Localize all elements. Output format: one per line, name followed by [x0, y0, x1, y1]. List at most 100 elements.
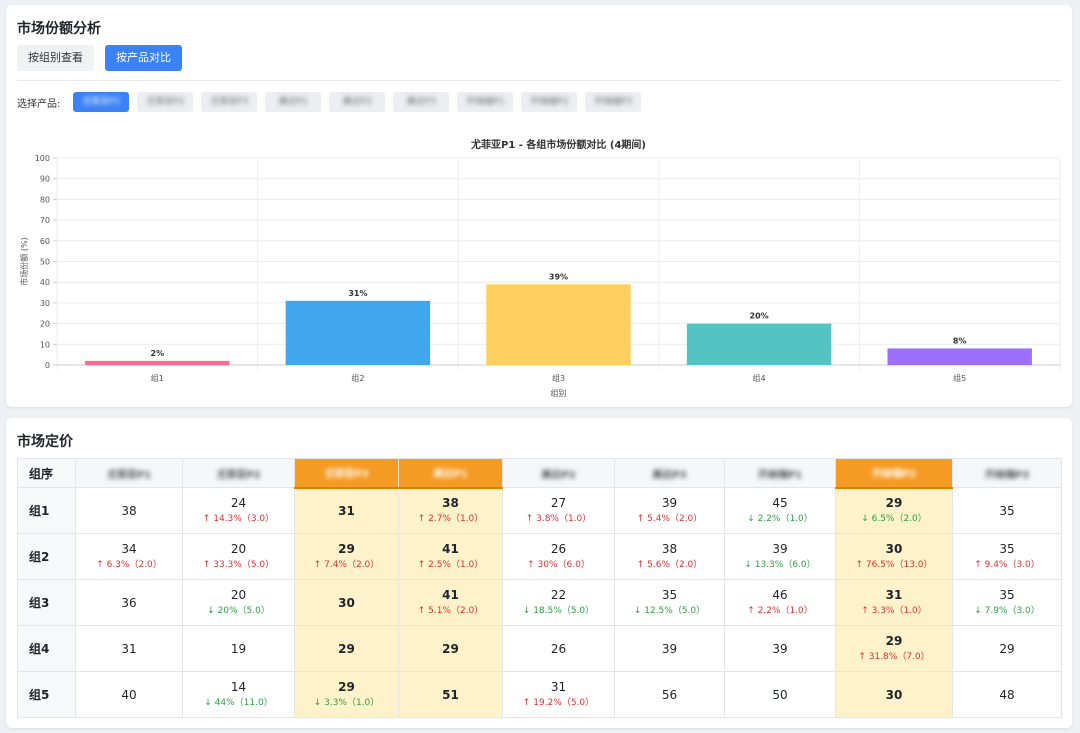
- price-change: ↑ 76.5%（13.0）: [855, 560, 933, 570]
- price-value: 30: [885, 542, 903, 556]
- bar: [486, 284, 631, 365]
- price-value: 20: [230, 542, 247, 556]
- product-chip-label: 尤菲亚P1: [82, 97, 121, 107]
- price-value: 48: [999, 687, 1015, 702]
- price-value: 20: [230, 588, 247, 602]
- price-change: ↑ 6.3%（2.0）: [96, 560, 162, 570]
- product-chip[interactable]: 开纳瑞P1: [457, 92, 514, 112]
- product-chip-label: 尤菲亚P2: [146, 97, 185, 107]
- bar: [285, 300, 431, 365]
- product-chip-label: 美达P1: [278, 97, 308, 107]
- market-share-bar-chart: 尤菲亚P1 - 各组市场份额对比 (4期间) 0 10 20 30 40 50 60 70 80 9…: [19, 138, 1061, 398]
- product-chip[interactable]: 开纳瑞P3: [585, 92, 642, 112]
- price-cell: 14 ↓ 44%（11.0）: [182, 671, 295, 718]
- divider: [17, 80, 1061, 81]
- price-value: 35: [661, 588, 678, 602]
- product-chip-label: 开纳瑞P3: [594, 97, 633, 107]
- price-cell: 48: [952, 671, 1062, 718]
- price-cell: 30: [835, 671, 953, 718]
- pricing-table-wrap: 组序 尤菲亚P1 尤菲亚P2 尤菲亚P3 美达P1 美达P2 美达P3 开纳瑞P1 开纳瑞P2 开…: [17, 458, 1062, 718]
- price-cell: 35 ↓ 7.9%（3.0）: [952, 579, 1062, 626]
- price-value: 30: [885, 687, 903, 702]
- x-tick-label: 组2: [351, 373, 364, 383]
- product-column-header[interactable]: 开纳瑞P3: [952, 458, 1062, 488]
- price-cell: 35 ↑ 9.4%（3.0）: [952, 533, 1062, 580]
- product-column-header[interactable]: 尤菲亚P2: [182, 458, 295, 488]
- price-value: 34: [121, 542, 137, 556]
- price-change: ↑ 5.6%（2.0）: [636, 560, 703, 570]
- chart-title: 尤菲亚P1 - 各组市场份额对比 (4期间): [471, 138, 646, 151]
- price-value: 31: [885, 588, 903, 602]
- price-change: ↑ 14.3%（3.0）: [202, 514, 275, 524]
- tab-by-product[interactable]: 按产品对比: [105, 45, 182, 71]
- price-change: ↑ 9.4%（3.0）: [974, 560, 1040, 570]
- price-change: ↑ 2.2%（1.0）: [747, 606, 813, 616]
- table-row: 组4 31 19 29 29 26 39 39 29 ↑ 31.8%（7.0） 29: [17, 625, 1062, 672]
- product-chip[interactable]: 美达P3: [393, 92, 450, 112]
- price-change: ↑ 3.3%（1.0）: [861, 606, 927, 616]
- price-value: 45: [772, 496, 788, 510]
- product-column-header[interactable]: 尤菲亚P1: [75, 458, 183, 488]
- product-column-header[interactable]: 开纳瑞P1: [724, 458, 836, 488]
- product-chip[interactable]: 尤菲亚P1: [73, 92, 130, 112]
- price-cell: 39 ↓ 13.3%（6.0）: [724, 533, 836, 580]
- price-cell: 31 ↑ 3.3%（1.0）: [835, 579, 953, 626]
- table-row: 组3 36 20 ↓ 20%（5.0） 30 41 ↑ 5.1%（2.0） 22 ↓ 18.5%…: [17, 579, 1062, 626]
- price-value: 56: [661, 687, 678, 702]
- price-change: ↓ 20%（5.0）: [207, 606, 270, 616]
- tab-by-group[interactable]: 按组别查看: [17, 45, 94, 71]
- price-cell: 41 ↑ 5.1%（2.0）: [398, 579, 503, 626]
- bar-value-label: 2%: [151, 349, 165, 358]
- product-chip[interactable]: 尤菲亚P2: [137, 92, 194, 112]
- product-chip[interactable]: 尤菲亚P3: [201, 92, 258, 112]
- x-axis-title: 组别: [551, 388, 567, 398]
- product-column-header[interactable]: 美达P1: [398, 458, 503, 489]
- y-tick-label: 40: [40, 278, 50, 287]
- market-share-card: 市场份额分析 按组别查看 按产品对比 选择产品: 尤菲亚P1 尤菲亚P2 尤菲亚P3…: [6, 5, 1072, 407]
- y-tick-label: 70: [40, 216, 50, 225]
- x-tick-label: 组1: [151, 373, 164, 383]
- price-value: 38: [442, 496, 459, 511]
- view-tabs: 按组别查看 按产品对比: [17, 45, 182, 71]
- product-column-header[interactable]: 美达P3: [614, 458, 725, 488]
- price-change: ↑ 3.8%（1.0）: [525, 514, 592, 524]
- price-value: 14: [230, 680, 247, 694]
- product-column-header[interactable]: 开纳瑞P2: [835, 458, 953, 489]
- product-column-header[interactable]: 尤菲亚P3: [294, 458, 399, 489]
- price-change: ↓ 3.3%（1.0）: [313, 698, 380, 708]
- y-tick-label: 10: [40, 340, 50, 349]
- price-cell: 38 ↑ 2.7%（1.0）: [398, 487, 503, 534]
- product-column-header[interactable]: 美达P2: [502, 458, 615, 488]
- product-chip[interactable]: 美达P2: [329, 92, 386, 112]
- bar: [85, 360, 230, 365]
- price-value: 29: [999, 641, 1015, 656]
- price-cell: 39: [614, 625, 725, 672]
- price-cell: 22 ↓ 18.5%（5.0）: [502, 579, 615, 626]
- price-value: 38: [661, 542, 678, 556]
- price-change: ↓ 18.5%（5.0）: [522, 606, 595, 616]
- table-row: 组2 34 ↑ 6.3%（2.0） 20 ↑ 33.3%（5.0） 29 ↑ 7.4%（2.…: [17, 533, 1062, 580]
- product-chip-label: 开纳瑞P1: [466, 97, 505, 107]
- price-value: 35: [999, 588, 1015, 602]
- price-value: 46: [772, 588, 788, 602]
- price-cell: 31 ↑ 19.2%（5.0）: [502, 671, 615, 718]
- y-axis-title: 市场份额 (%): [19, 237, 29, 285]
- price-value: 26: [550, 542, 567, 556]
- market-pricing-card: 市场定价 组序 尤菲亚P1 尤菲亚P2 尤菲亚P3 美达P1 美达P2 美达P3 开纳瑞P1 开…: [6, 418, 1072, 728]
- price-value: 39: [772, 542, 788, 556]
- price-value: 41: [442, 542, 459, 556]
- bar: [686, 323, 832, 365]
- table-row: 组5 40 14 ↓ 44%（11.0） 29 ↓ 3.3%（1.0） 51 31 ↑ 19.2…: [17, 671, 1062, 718]
- price-cell: 31: [75, 625, 183, 672]
- product-chip[interactable]: 美达P1: [265, 92, 322, 112]
- price-value: 31: [121, 641, 137, 656]
- bar: [887, 348, 1032, 365]
- price-cell: 24 ↑ 14.3%（3.0）: [182, 487, 295, 534]
- price-cell: 29 ↑ 7.4%（2.0）: [294, 533, 399, 580]
- price-value: 39: [661, 641, 678, 656]
- product-selector: 选择产品: 尤菲亚P1 尤菲亚P2 尤菲亚P3 美达P1 美达P2 美达P3 开纳瑞P1 开纳…: [17, 92, 642, 112]
- product-chip[interactable]: 开纳瑞P2: [521, 92, 578, 112]
- price-value: 19: [230, 641, 247, 656]
- price-change: ↑ 2.7%（1.0）: [417, 514, 484, 525]
- price-value: 38: [121, 503, 137, 518]
